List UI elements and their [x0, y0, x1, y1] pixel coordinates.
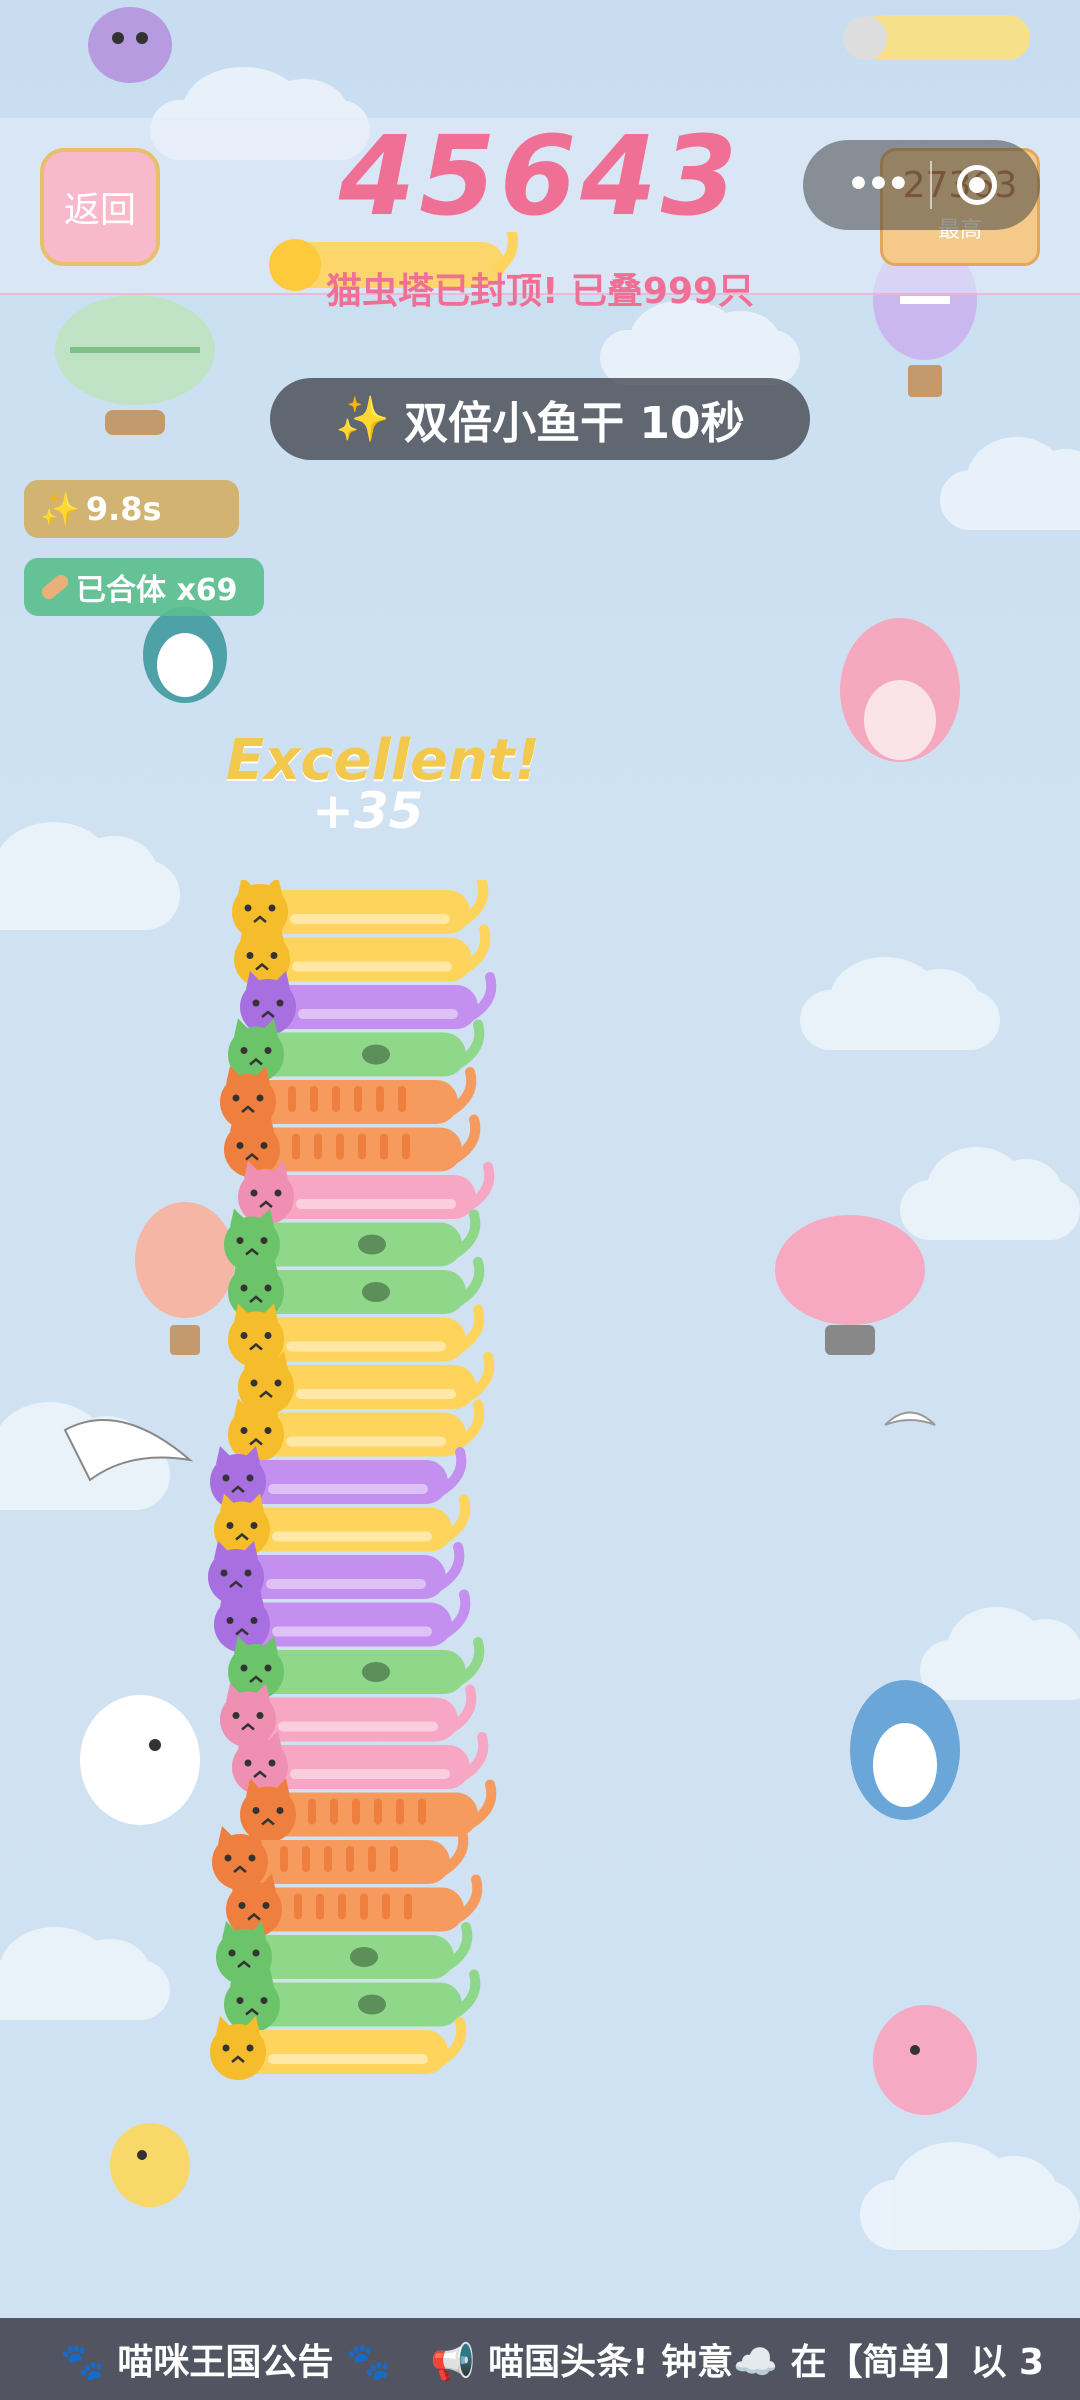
cat-tower[interactable]: [190, 880, 550, 2120]
announcement-message: 📢 喵国头条! 钟意☁️ 在【简单】以 3: [431, 2333, 1044, 2385]
cloud: [0, 821, 180, 930]
paw-icon: 🐾: [60, 2342, 105, 2383]
sparkle-icon: ✨: [335, 394, 391, 445]
paw-icon: 🐾: [345, 2342, 391, 2383]
seagull-icon: [884, 1411, 936, 1426]
pink-bird-icon: [873, 2005, 977, 2115]
timer-value: 9.8s: [85, 490, 162, 528]
penguin-icon: [143, 607, 227, 703]
announcement-title: 🐾 喵咪王国公告 🐾: [60, 2333, 391, 2385]
purple-dragon-icon: [88, 7, 172, 83]
sparkle-icon: ✨: [40, 490, 80, 528]
capsule-divider: [930, 161, 933, 209]
cloud: [860, 2141, 1080, 2250]
seagull-icon: [63, 1419, 194, 1482]
close-target-icon[interactable]: [957, 165, 998, 205]
announcement-title-text: 喵咪王国公告: [117, 2342, 334, 2383]
powerup-banner: ✨ 双倍小鱼干 10秒: [270, 378, 810, 460]
airplane-icon: [843, 15, 1030, 60]
blue-penguin-icon: [850, 1680, 960, 1820]
pink-dragon-icon: [840, 618, 960, 762]
announcement-message-text: 喵国头条! 钟意☁️ 在【简单】以 3: [488, 2342, 1045, 2383]
more-icon[interactable]: •••: [846, 163, 912, 207]
announcement-ticker[interactable]: 🐾 喵咪王国公告 🐾 📢 喵国头条! 钟意☁️ 在【简单】以 3: [0, 2318, 1080, 2400]
pig-balloon-icon: [775, 1215, 925, 1355]
merge-count-text: 已合体 x69: [76, 573, 238, 608]
timer-badge: ✨ 9.8s: [24, 480, 239, 538]
cloud: [940, 437, 1080, 530]
points-gained: +35: [312, 782, 424, 840]
cloud: [0, 1927, 170, 2020]
cat-segment: [232, 880, 489, 940]
miniprogram-capsule: •••: [803, 140, 1040, 230]
cloud: [600, 299, 800, 385]
chick-icon: [110, 2123, 190, 2207]
cloud: [800, 957, 1000, 1050]
tower-status-text: 猫虫塔已封顶! 已叠999只: [325, 271, 755, 312]
bandage-icon: [39, 571, 71, 603]
powerup-banner-text: 双倍小鱼干 10秒: [404, 398, 745, 449]
airship-icon: [55, 295, 215, 435]
megaphone-icon: 📢: [430, 2342, 476, 2383]
merge-count-badge: 已合体 x69: [24, 558, 264, 616]
